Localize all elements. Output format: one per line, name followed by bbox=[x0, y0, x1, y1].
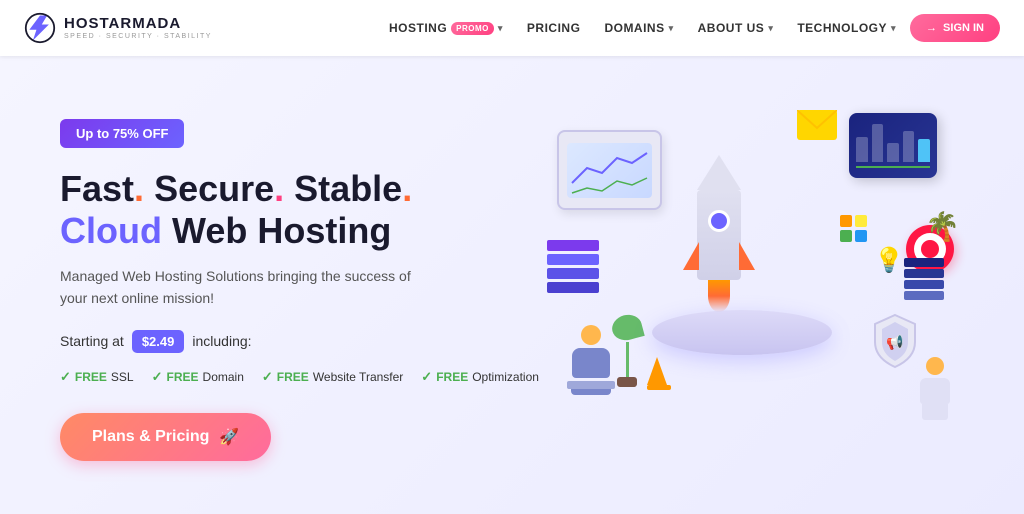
chevron-down-icon: ▾ bbox=[891, 23, 896, 34]
book-stack-left bbox=[547, 240, 599, 293]
person-right-illustration bbox=[920, 357, 950, 420]
title-fast: Fast bbox=[60, 168, 134, 209]
nav-domains[interactable]: DOMAINS ▾ bbox=[594, 15, 683, 41]
pricing-prefix: Starting at bbox=[60, 333, 124, 349]
shield-svg: 📢 bbox=[870, 312, 920, 370]
title-stable: Stable bbox=[294, 168, 402, 209]
pricing-line: Starting at $2.49 including: bbox=[60, 330, 540, 353]
header: HOSTARMADA SPEED · SECURITY · STABILITY … bbox=[0, 0, 1024, 56]
dot-2: . bbox=[274, 168, 284, 209]
features-row: ✓ FREE SSL ✓ FREE Domain ✓ FREE Website … bbox=[60, 369, 540, 385]
hero-title: Fast. Secure. Stable. Cloud Web Hosting bbox=[60, 168, 540, 251]
check-icon: ✓ bbox=[421, 369, 432, 385]
person-laptop-illustration bbox=[567, 325, 615, 395]
nav-pricing[interactable]: PRICING bbox=[517, 15, 591, 41]
feature-domain: ✓ FREE Domain bbox=[152, 369, 244, 385]
traffic-cone-illustration bbox=[647, 357, 671, 390]
title-cloud: Cloud bbox=[60, 210, 162, 251]
palm-illustration: 🌴 bbox=[925, 210, 960, 243]
title-secure: Secure bbox=[154, 168, 274, 209]
check-icon: ✓ bbox=[152, 369, 163, 385]
logo-icon bbox=[24, 12, 56, 44]
cta-button[interactable]: Plans & Pricing 🚀 bbox=[60, 413, 271, 461]
promo-badge: PROMO bbox=[451, 22, 494, 35]
discount-badge: Up to 75% OFF bbox=[60, 119, 184, 148]
rocket-icon: 🚀 bbox=[219, 427, 239, 447]
rocket-illustration bbox=[697, 155, 741, 312]
title-web-hosting: Web Hosting bbox=[162, 210, 391, 251]
dot-3: . bbox=[402, 168, 412, 209]
illustration: 📢 💡 bbox=[542, 95, 962, 475]
hero-illustration: 📢 💡 bbox=[540, 56, 964, 514]
hero-subtitle: Managed Web Hosting Solutions bringing t… bbox=[60, 265, 440, 310]
nav-technology[interactable]: TECHNOLOGY ▾ bbox=[787, 15, 906, 41]
envelope-illustration bbox=[797, 110, 837, 145]
price-badge: $2.49 bbox=[132, 330, 185, 353]
dark-chart-illustration bbox=[849, 113, 937, 178]
logo[interactable]: HOSTARMADA SPEED · SECURITY · STABILITY bbox=[24, 12, 212, 44]
brand-tagline: SPEED · SECURITY · STABILITY bbox=[64, 33, 212, 40]
nav-hosting[interactable]: HOSTING PROMO ▾ bbox=[379, 15, 513, 41]
bulb-illustration: 💡 bbox=[874, 246, 904, 275]
hero-section: Up to 75% OFF Fast. Secure. Stable. Clou… bbox=[0, 56, 1024, 514]
check-icon: ✓ bbox=[262, 369, 273, 385]
monitor-screen bbox=[567, 143, 652, 198]
monitor-illustration bbox=[557, 130, 662, 210]
book-stack-right bbox=[904, 258, 944, 300]
feature-ssl: ✓ FREE SSL bbox=[60, 369, 134, 385]
svg-text:📢: 📢 bbox=[886, 334, 903, 351]
dot-1: . bbox=[134, 168, 144, 209]
pricing-suffix: including: bbox=[192, 333, 251, 349]
chevron-down-icon: ▾ bbox=[669, 23, 674, 34]
brand-name: HOSTARMADA bbox=[64, 16, 212, 31]
chevron-down-icon: ▾ bbox=[768, 23, 773, 34]
plant-illustration bbox=[612, 315, 642, 387]
main-nav: HOSTING PROMO ▾ PRICING DOMAINS ▾ ABOUT … bbox=[379, 14, 1000, 42]
color-boxes bbox=[840, 215, 867, 242]
hero-content: Up to 75% OFF Fast. Secure. Stable. Clou… bbox=[60, 109, 540, 461]
chart-bars bbox=[856, 120, 930, 162]
envelope-svg bbox=[797, 110, 837, 140]
feature-transfer: ✓ FREE Website Transfer bbox=[262, 369, 403, 385]
rocket-platform bbox=[652, 310, 832, 355]
cta-label: Plans & Pricing bbox=[92, 428, 209, 446]
chevron-down-icon: ▾ bbox=[498, 23, 503, 34]
signin-icon: → bbox=[926, 22, 937, 34]
feature-optimization: ✓ FREE Optimization bbox=[421, 369, 539, 385]
check-icon: ✓ bbox=[60, 369, 71, 385]
nav-about[interactable]: ABOUT US ▾ bbox=[688, 15, 784, 41]
signin-button[interactable]: → SIGN IN bbox=[910, 14, 1000, 42]
chart-svg bbox=[567, 143, 652, 198]
